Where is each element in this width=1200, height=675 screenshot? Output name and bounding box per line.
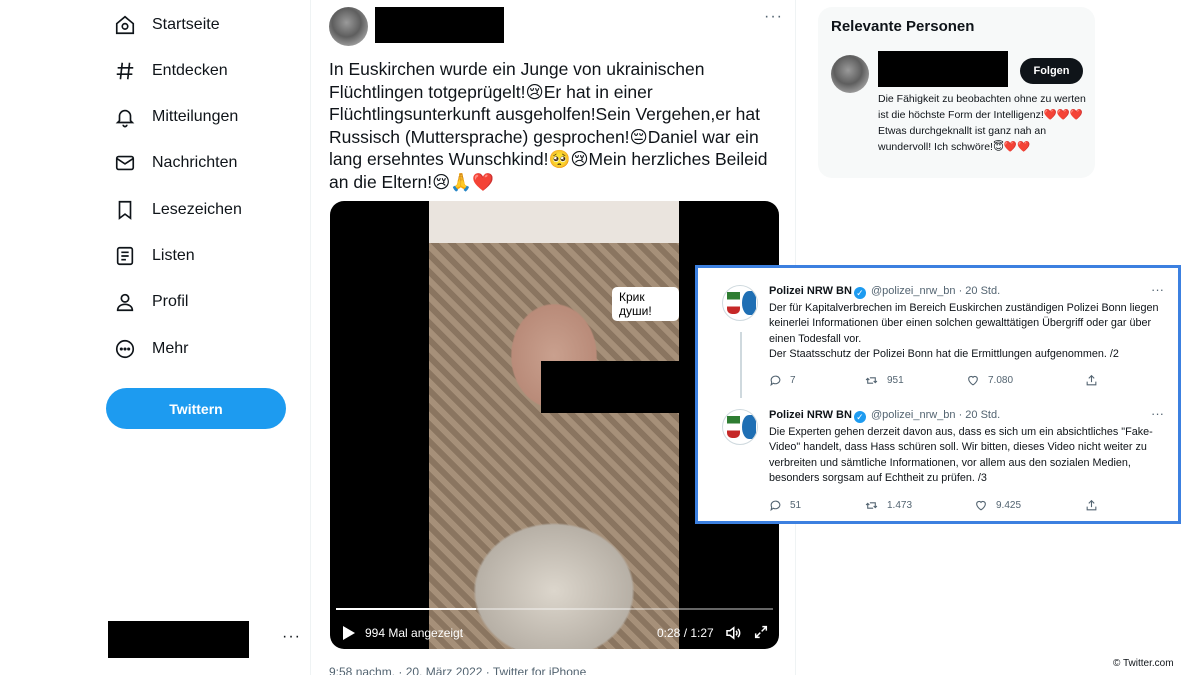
thread-line <box>740 332 742 398</box>
relevant-people-title: Relevante Personen <box>831 18 975 35</box>
police-tweet-text: Der für Kapitalverbrechen im Bereich Eus… <box>769 302 1159 360</box>
tweet-more-button[interactable]: ··· <box>1151 282 1164 297</box>
share-button[interactable] <box>1085 374 1106 387</box>
home-icon <box>112 12 138 38</box>
mail-icon <box>112 150 138 176</box>
reply-icon <box>770 375 781 387</box>
sidebar-item-startseite[interactable]: Startseite <box>112 9 220 41</box>
retweet-button[interactable]: 1.473 <box>864 499 912 512</box>
reply-button[interactable]: 7 <box>769 374 796 387</box>
police-tweet-text: Die Experten gehen derzeit davon aus, da… <box>769 426 1153 484</box>
video-progress-fill <box>336 608 476 610</box>
video-progress-bar[interactable] <box>336 608 773 610</box>
author-name-redaction <box>375 7 504 43</box>
heart-icon <box>968 375 978 386</box>
heart-icon <box>976 500 986 511</box>
sidebar: Startseite Entdecken Mitteilungen Nachri… <box>0 0 310 675</box>
police-tweet-header: Polizei NRW BN ✓ @polizei_nrw_bn · 20 Std… <box>769 409 1000 423</box>
image-credit: © Twitter.com <box>1113 658 1174 669</box>
video-time: 0:28 / 1:27 <box>657 626 714 640</box>
account-more-button[interactable]: ··· <box>282 628 301 646</box>
fullscreen-icon[interactable] <box>753 624 769 645</box>
sidebar-item-label: Mitteilungen <box>152 108 239 125</box>
police-avatar[interactable] <box>722 409 758 445</box>
verified-icon: ✓ <box>853 411 866 423</box>
tweet-text: In Euskirchen wurde ein Junge von ukrain… <box>329 59 768 192</box>
police-avatar[interactable] <box>722 285 758 321</box>
sidebar-item-listen[interactable]: Listen <box>112 240 195 272</box>
sidebar-item-label: Mehr <box>152 340 189 357</box>
police-name[interactable]: Polizei NRW BN <box>769 285 852 297</box>
person-name-redaction <box>878 51 1008 87</box>
account-redaction[interactable] <box>108 621 249 658</box>
sidebar-item-label: Startseite <box>152 16 220 33</box>
sidebar-item-profil[interactable]: Profil <box>112 286 188 318</box>
more-circle-icon <box>112 336 138 362</box>
follow-button[interactable]: Folgen <box>1020 58 1083 84</box>
avatar[interactable] <box>831 55 869 93</box>
retweet-button[interactable]: 951 <box>864 374 904 387</box>
share-button[interactable] <box>1085 499 1106 512</box>
person-bio: Die Fähigkeit zu beobachten ohne zu wert… <box>878 93 1086 153</box>
play-icon[interactable] <box>342 625 356 646</box>
police-handle: @polizei_nrw_bn · 20 Std. <box>870 285 1001 297</box>
police-tweet-header: Polizei NRW BN ✓ @polizei_nrw_bn · 20 Std… <box>769 285 1000 299</box>
police-handle: @polizei_nrw_bn · 20 Std. <box>870 409 1001 421</box>
retweet-count: 951 <box>887 375 904 386</box>
sidebar-item-label: Lesezeichen <box>152 201 242 218</box>
relevant-people-card: Relevante Personen Folgen Die Fähigkeit … <box>818 7 1095 178</box>
bell-icon <box>112 104 138 130</box>
like-button[interactable]: 7.080 <box>966 374 1013 387</box>
tweet-meta: 9:58 nachm. · 20. März 2022 · Twitter fo… <box>329 665 587 675</box>
verified-icon: ✓ <box>853 287 866 299</box>
tweet-more-button[interactable]: ··· <box>1151 406 1164 421</box>
sidebar-item-mehr[interactable]: Mehr <box>112 333 188 365</box>
reply-button[interactable]: 51 <box>769 499 801 512</box>
sidebar-item-label: Entdecken <box>152 62 228 79</box>
retweet-icon <box>865 502 878 509</box>
like-button[interactable]: 9.425 <box>974 499 1021 512</box>
tweet-button[interactable]: Twittern <box>106 388 286 429</box>
video-frame: Крик души! <box>429 201 711 649</box>
like-count: 7.080 <box>988 375 1014 386</box>
tweet-more-button[interactable]: ··· <box>764 8 783 26</box>
volume-icon[interactable] <box>724 624 742 647</box>
police-tweets-overlay: Polizei NRW BN ✓ @polizei_nrw_bn · 20 Std… <box>695 265 1181 524</box>
sidebar-item-lesezeichen[interactable]: Lesezeichen <box>112 194 242 226</box>
video-caption: Крик души! <box>612 287 679 321</box>
sidebar-item-mitteilungen[interactable]: Mitteilungen <box>112 101 238 133</box>
bookmark-icon <box>112 197 138 223</box>
sidebar-item-label: Listen <box>152 247 195 264</box>
share-icon <box>1086 499 1097 511</box>
sidebar-item-label: Nachrichten <box>152 154 238 171</box>
tweet-author-avatar[interactable] <box>329 7 368 46</box>
reply-icon <box>770 500 781 512</box>
retweet-icon <box>865 377 878 384</box>
face-redaction-bar <box>541 361 711 413</box>
sidebar-item-entdecken[interactable]: Entdecken <box>112 55 228 87</box>
like-count: 9.425 <box>996 500 1022 511</box>
sidebar-item-label: Profil <box>152 293 189 310</box>
person-icon <box>112 289 138 315</box>
list-icon <box>112 243 138 269</box>
reply-count: 7 <box>790 375 796 386</box>
hashtag-icon <box>112 58 138 84</box>
video-frame-top <box>429 201 679 243</box>
reply-count: 51 <box>790 500 802 511</box>
video-view-count: 994 Mal angezeigt <box>365 626 464 640</box>
police-name[interactable]: Polizei NRW BN <box>769 409 852 421</box>
share-icon <box>1086 374 1097 386</box>
divider <box>310 0 311 675</box>
retweet-count: 1.473 <box>887 500 913 511</box>
sidebar-item-nachrichten[interactable]: Nachrichten <box>112 147 237 179</box>
